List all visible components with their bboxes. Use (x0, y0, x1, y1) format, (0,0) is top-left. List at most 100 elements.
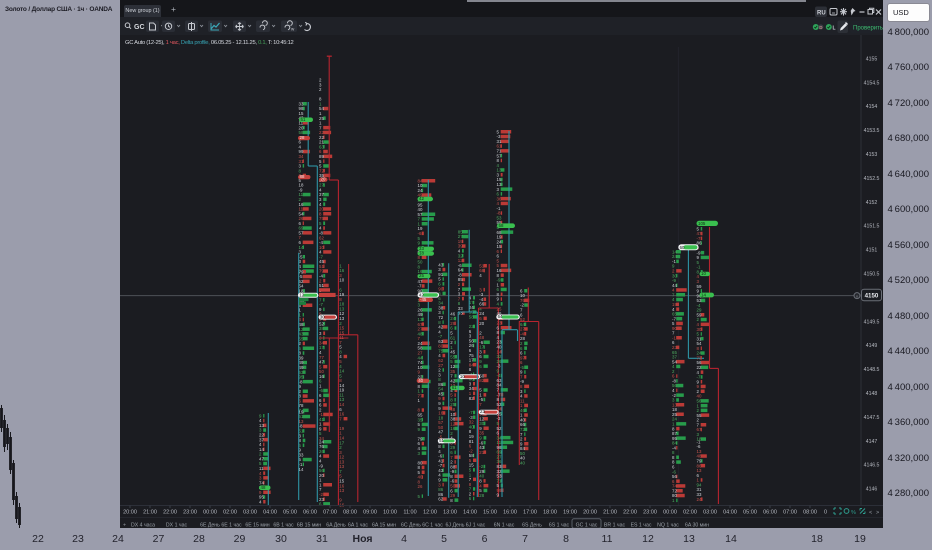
svg-text:6C 1 час: 6C 1 час (422, 523, 443, 529)
svg-text:10: 10 (460, 374, 465, 379)
svg-text:42: 42 (419, 292, 424, 297)
svg-text:21:00: 21:00 (603, 510, 617, 516)
svg-text:22:00: 22:00 (163, 510, 177, 516)
svg-text:4150: 4150 (865, 293, 879, 300)
svg-text:6E День: 6E День (200, 523, 220, 529)
svg-text:04:00: 04:00 (723, 510, 737, 516)
svg-text:04:00: 04:00 (263, 510, 277, 516)
svg-text:%: % (851, 510, 856, 516)
svg-text:58: 58 (469, 315, 474, 320)
svg-text:NQ 1 час: NQ 1 час (657, 523, 679, 529)
svg-text:+: + (123, 523, 126, 529)
svg-text:GC: GC (134, 24, 145, 31)
svg-text:GC 1 час: GC 1 час (576, 523, 598, 529)
svg-text:RU: RU (817, 11, 826, 17)
svg-text:6A 1 час: 6A 1 час (348, 523, 368, 529)
svg-text:4: 4 (259, 499, 262, 504)
svg-text:6S День: 6S День (522, 523, 542, 529)
svg-text:ES 1 час: ES 1 час (631, 523, 652, 529)
svg-text:08:00: 08:00 (343, 510, 357, 516)
svg-text:62: 62 (438, 497, 443, 502)
svg-text:DX 4 часа: DX 4 часа (131, 523, 155, 529)
svg-text:10:00: 10:00 (383, 510, 397, 516)
svg-text:4147: 4147 (866, 439, 878, 445)
svg-text:03:00: 03:00 (703, 510, 717, 516)
svg-text:82: 82 (469, 396, 474, 401)
svg-text:DX 1 час: DX 1 час (166, 523, 188, 529)
svg-text:15:00: 15:00 (483, 510, 497, 516)
svg-text:4149.5: 4149.5 (864, 319, 880, 325)
svg-text:4153.5: 4153.5 (864, 128, 880, 134)
svg-text:51: 51 (439, 438, 444, 443)
svg-text:4148: 4148 (866, 391, 878, 397)
svg-text:18: 18 (419, 251, 424, 256)
svg-text:24: 24 (697, 497, 702, 502)
svg-text:6E 15 мин: 6E 15 мин (245, 523, 269, 529)
svg-text:8: 8 (450, 498, 453, 503)
svg-text:4148.5: 4148.5 (864, 367, 880, 373)
svg-text:6: 6 (469, 496, 472, 501)
svg-text:48: 48 (261, 485, 266, 490)
svg-text:88: 88 (300, 174, 305, 179)
svg-text:BR 1 час: BR 1 час (604, 523, 626, 529)
svg-text:x: x (856, 294, 858, 299)
svg-text:09:00: 09:00 (363, 510, 377, 516)
svg-text:02:00: 02:00 (683, 510, 697, 516)
svg-text:4151: 4151 (866, 248, 878, 254)
svg-text:6B 1 час: 6B 1 час (273, 523, 294, 529)
svg-text:6J 1 час: 6J 1 час (466, 523, 486, 529)
svg-text:4152: 4152 (866, 200, 878, 206)
svg-text:14: 14 (299, 467, 304, 472)
svg-text:6B 15 мин: 6B 15 мин (297, 523, 321, 529)
svg-text:40: 40 (418, 378, 423, 383)
svg-text:23:00: 23:00 (183, 510, 197, 516)
svg-text:14:00: 14:00 (463, 510, 477, 516)
svg-text:51: 51 (301, 117, 306, 122)
svg-text:23:00: 23:00 (643, 510, 657, 516)
svg-text:<: < (869, 510, 872, 516)
svg-text:4151.5: 4151.5 (864, 224, 880, 230)
svg-text:28: 28 (479, 493, 484, 498)
svg-text:4152.5: 4152.5 (864, 176, 880, 182)
svg-text:21:00: 21:00 (143, 510, 157, 516)
svg-text:30: 30 (320, 314, 325, 319)
svg-text:9: 9 (497, 493, 500, 498)
svg-text:58: 58 (499, 223, 504, 228)
svg-text:6: 6 (479, 364, 482, 369)
svg-text:25: 25 (419, 273, 424, 278)
svg-text:7: 7 (339, 416, 342, 421)
svg-text:6S 1 час: 6S 1 час (549, 523, 570, 529)
svg-text:03:00: 03:00 (243, 510, 257, 516)
svg-text:05:00: 05:00 (743, 510, 757, 516)
svg-text:13: 13 (339, 488, 344, 493)
svg-text:4146.5: 4146.5 (864, 463, 880, 469)
svg-text:6J День: 6J День (446, 523, 465, 529)
svg-text:17:00: 17:00 (523, 510, 537, 516)
svg-text:61: 61 (452, 385, 457, 390)
svg-text:20:00: 20:00 (583, 510, 597, 516)
svg-text:6A 15 мин: 6A 15 мин (372, 523, 396, 529)
svg-text:4153: 4153 (866, 152, 878, 158)
svg-text:2: 2 (319, 87, 322, 92)
svg-text:6A День: 6A День (326, 523, 346, 529)
svg-text:6A 30 мин: 6A 30 мин (685, 523, 709, 529)
svg-text:12: 12 (299, 292, 304, 297)
svg-text:4154: 4154 (866, 104, 878, 110)
svg-text:22:00: 22:00 (623, 510, 637, 516)
svg-text:7: 7 (479, 402, 482, 407)
svg-text:>: > (876, 510, 879, 516)
svg-text:4150.5: 4150.5 (864, 272, 880, 278)
svg-text:08:00: 08:00 (803, 510, 817, 516)
svg-text:07:00: 07:00 (323, 510, 337, 516)
svg-text:Проверить: Проверить (853, 26, 883, 32)
svg-text:13:00: 13:00 (443, 510, 457, 516)
svg-text:06:00: 06:00 (303, 510, 317, 516)
svg-text:4: 4 (479, 273, 482, 278)
svg-text:105: 105 (698, 221, 706, 226)
svg-text:4149: 4149 (866, 343, 878, 349)
svg-text:6C День: 6C День (401, 523, 421, 529)
svg-text:23: 23 (480, 409, 485, 414)
svg-text:20:00: 20:00 (123, 510, 137, 516)
svg-text:-45: -45 (420, 297, 427, 302)
svg-text:19:00: 19:00 (563, 510, 577, 516)
